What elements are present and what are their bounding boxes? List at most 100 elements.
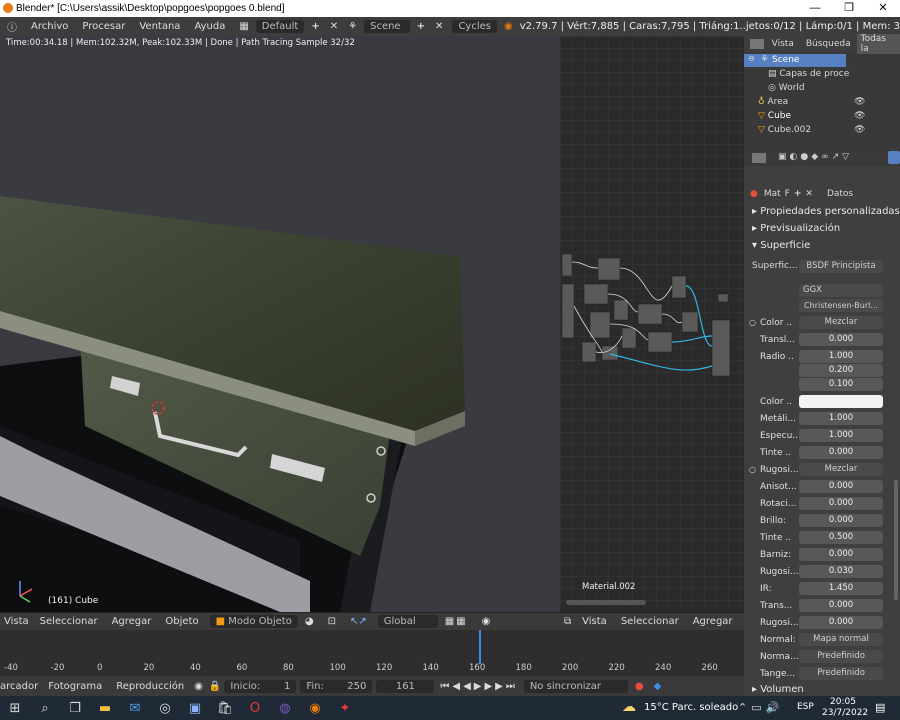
outliner-item-world[interactable]: ◎ World bbox=[768, 83, 805, 93]
clearcoat-normal-select[interactable]: Predefinido bbox=[799, 650, 883, 663]
blender-taskbar-icon[interactable]: ◉ bbox=[300, 696, 330, 720]
menu-seleccionar[interactable]: Seleccionar bbox=[33, 616, 105, 627]
weather-text[interactable]: 15°C Parc. soleado bbox=[644, 702, 738, 713]
node-scrollbar[interactable] bbox=[566, 600, 646, 605]
tangent-select[interactable]: Predefinido bbox=[799, 667, 883, 680]
menu-marcador[interactable]: arcador bbox=[0, 681, 41, 692]
scene-field[interactable]: Scene bbox=[364, 20, 410, 33]
section-surface[interactable]: ▾ Superficie bbox=[752, 240, 810, 251]
start-frame-field[interactable]: Inicio: 1 bbox=[224, 679, 297, 693]
menu-agregar[interactable]: Agregar bbox=[105, 616, 159, 627]
new-material-icon[interactable]: + bbox=[794, 189, 802, 199]
app-icon-2[interactable]: ✦ bbox=[330, 696, 360, 720]
layers-icon[interactable]: ▦▦ bbox=[438, 616, 475, 627]
menu-objeto[interactable]: Objeto bbox=[158, 616, 205, 627]
outliner-item-area[interactable]: ♁ Area 👁 bbox=[758, 97, 898, 107]
sync-select[interactable]: No sincronizar bbox=[523, 679, 628, 693]
weather-icon[interactable]: ☁ bbox=[622, 699, 636, 715]
3d-viewport[interactable]: Time:00:34.18 | Mem:102.32M, Peak:102.33… bbox=[0, 36, 560, 612]
metallic-field[interactable]: 1.000 bbox=[799, 412, 883, 425]
add-scene-icon[interactable]: + bbox=[410, 21, 432, 32]
timeline-playhead[interactable] bbox=[479, 630, 482, 664]
subsurface-field[interactable]: 0.000 bbox=[799, 333, 883, 346]
section-volume[interactable]: ▸ Volumen bbox=[752, 684, 804, 695]
base-color-link[interactable]: Mezclar bbox=[799, 316, 883, 329]
anisotropic-field[interactable]: 0.000 bbox=[799, 480, 883, 493]
context-icons[interactable]: ▣◐●◆∞↗▽ bbox=[778, 152, 852, 162]
manipulator-icons[interactable]: ↖↗ bbox=[343, 616, 374, 627]
clearcoat-roughness-field[interactable]: 0.030 bbox=[799, 565, 883, 578]
node-editor[interactable]: Material.002 bbox=[560, 36, 744, 612]
transmission-field[interactable]: 0.000 bbox=[799, 599, 883, 612]
surface-shader-select[interactable]: BSDF Principista bbox=[799, 260, 883, 273]
section-custom-props[interactable]: ▸ Propiedades personalizadas bbox=[752, 206, 900, 217]
outliner-tab-vista[interactable]: Vista bbox=[766, 39, 800, 49]
language-indicator[interactable]: ESP bbox=[797, 702, 814, 712]
node-menu-agregar[interactable]: Agregar bbox=[686, 616, 740, 627]
menu-fotograma[interactable]: Fotograma bbox=[41, 681, 109, 692]
transmission-roughness-field[interactable]: 0.000 bbox=[799, 616, 883, 629]
minimize-button[interactable]: — bbox=[798, 0, 832, 17]
delete-scene-icon[interactable]: ✕ bbox=[432, 21, 446, 32]
menu-procesar[interactable]: Procesar bbox=[75, 21, 132, 32]
render-range-icon[interactable]: ◉ bbox=[191, 681, 206, 692]
visibility-icon[interactable]: 👁 bbox=[854, 97, 865, 107]
playback-controls[interactable]: ⏮◀◀▶▶▶⏭ bbox=[434, 681, 523, 692]
ior-field[interactable]: 1.450 bbox=[799, 582, 883, 595]
clearcoat-field[interactable]: 0.000 bbox=[799, 548, 883, 561]
xbox-icon[interactable]: ◎ bbox=[150, 696, 180, 720]
outliner-display-mode[interactable]: Todas la bbox=[856, 34, 900, 54]
render-engine-select[interactable]: Cycles bbox=[452, 20, 497, 33]
menu-ventana[interactable]: Ventana bbox=[132, 21, 187, 32]
rotation-field[interactable]: 0.000 bbox=[799, 497, 883, 510]
current-frame-field[interactable]: 161 bbox=[376, 679, 435, 693]
outliner-item-render-layers[interactable]: ▤ Capas de proce bbox=[768, 69, 849, 79]
screen-layout-field[interactable]: Default bbox=[255, 20, 305, 33]
unlink-material-icon[interactable]: ✕ bbox=[805, 189, 813, 199]
roughness-link[interactable]: Mezclar bbox=[799, 463, 883, 476]
end-frame-field[interactable]: Fin: 250 bbox=[300, 679, 373, 693]
app-icon[interactable]: ▣ bbox=[180, 696, 210, 720]
node-menu-seleccionar[interactable]: Seleccionar bbox=[614, 616, 686, 627]
windows-start-icon[interactable]: ⊞ bbox=[0, 696, 30, 720]
material-context-icon[interactable] bbox=[888, 151, 900, 164]
task-view-icon[interactable]: ❐ bbox=[60, 696, 90, 720]
visibility-icon[interactable]: 👁 bbox=[854, 111, 865, 121]
properties-context-tabs[interactable]: ▣◐●◆∞↗▽ bbox=[744, 150, 900, 166]
record-icon[interactable]: ● bbox=[628, 681, 651, 692]
material-name[interactable]: Mat bbox=[764, 189, 781, 199]
keying-set-icon[interactable]: ◆ bbox=[651, 681, 665, 692]
maximize-button[interactable]: ❐ bbox=[832, 0, 866, 17]
screen-layout-icon[interactable]: ▦ bbox=[232, 21, 255, 32]
file-explorer-icon[interactable]: ▬ bbox=[90, 696, 120, 720]
outliner-tab-busqueda[interactable]: Búsqueda bbox=[800, 39, 857, 49]
menu-ayuda[interactable]: Ayuda bbox=[187, 21, 232, 32]
pivot-icon[interactable]: ⊡ bbox=[321, 616, 343, 627]
system-tray-icons[interactable]: ⌃▭🔊 bbox=[738, 701, 783, 714]
sheen-field[interactable]: 0.000 bbox=[799, 514, 883, 527]
node-menu-vista[interactable]: Vista bbox=[575, 616, 614, 627]
opera-icon[interactable]: O bbox=[240, 696, 270, 720]
radius-z-field[interactable]: 0.100 bbox=[799, 378, 883, 391]
clock-time[interactable]: 20:05 bbox=[830, 697, 856, 707]
section-preview[interactable]: ▸ Previsualización bbox=[752, 223, 840, 234]
sheen-tint-field[interactable]: 0.500 bbox=[799, 531, 883, 544]
specular-tint-field[interactable]: 0.000 bbox=[799, 446, 883, 459]
info-icon[interactable]: ⓘ bbox=[0, 19, 24, 34]
subsurface-color-swatch[interactable] bbox=[799, 395, 883, 408]
outliner-item-scene[interactable]: ⊖ ⚘ Scene bbox=[744, 54, 846, 67]
properties-scrollbar[interactable] bbox=[894, 480, 898, 600]
mode-select[interactable]: ■ Modo Objeto bbox=[209, 615, 298, 628]
node-editor-type-icon[interactable]: ⧉ bbox=[560, 616, 575, 627]
node-menu-nodo[interactable]: No bbox=[740, 616, 744, 627]
subsurface-method-select[interactable]: Christensen-Burl... bbox=[799, 299, 883, 312]
outliner-item-cube[interactable]: ▽ Cube 👁 bbox=[758, 111, 898, 121]
distribution-select[interactable]: GGX bbox=[799, 284, 883, 297]
orientation-select[interactable]: Global bbox=[377, 615, 438, 628]
add-layout-icon[interactable]: + bbox=[304, 21, 326, 32]
lock-icon[interactable]: 🔒 bbox=[206, 681, 224, 692]
timeline[interactable]: -40 -20 0 20 40 60 80 100 120 140 160 180 200 220 240 2… bbox=[0, 630, 744, 676]
outliner-editor-icon[interactable] bbox=[750, 39, 764, 49]
fake-user-toggle[interactable]: F bbox=[785, 189, 790, 199]
menu-reproduccion[interactable]: Reproducción bbox=[109, 681, 191, 692]
